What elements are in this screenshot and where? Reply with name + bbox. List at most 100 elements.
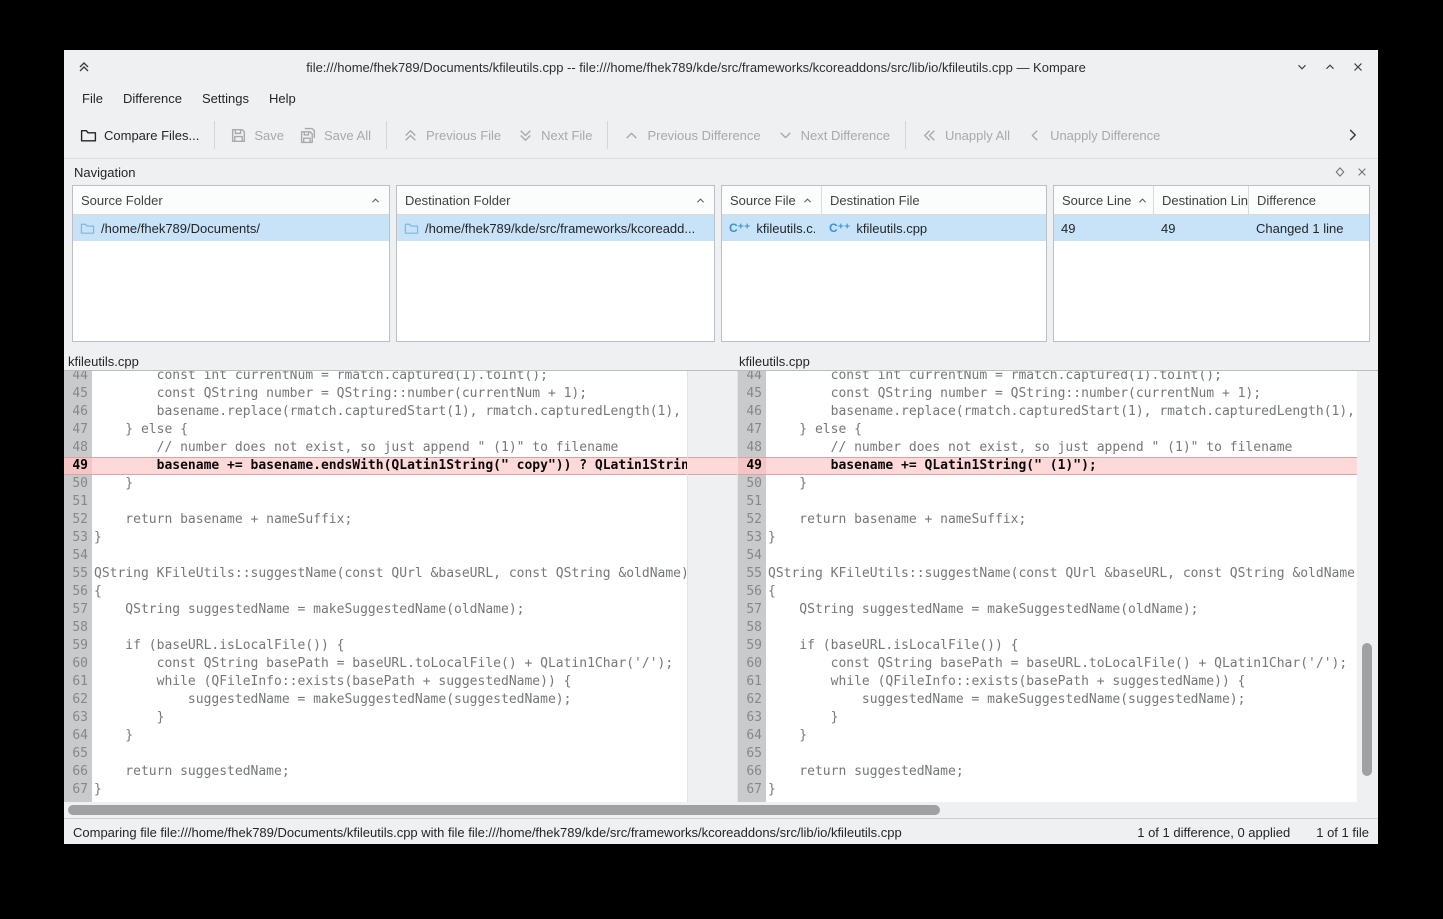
line-text	[766, 745, 1357, 763]
column-label: Destination File	[830, 193, 920, 208]
maximize-icon[interactable]	[1322, 59, 1338, 75]
desktop: file:///home/fhek789/Documents/kfileutil…	[0, 0, 1443, 919]
line-number: 50	[738, 475, 766, 493]
line-number: 67	[738, 781, 766, 799]
line-number: 44	[738, 371, 766, 385]
column-header-destination-file[interactable]: Destination File	[822, 186, 1046, 214]
destination-code-line-55: 55QString KFileUtils::suggestName(const …	[738, 565, 1357, 583]
line-text: return basename + nameSuffix;	[766, 511, 1357, 529]
line-number: 55	[64, 565, 92, 583]
toolbar-button-label: Save All	[324, 128, 371, 143]
menu-difference[interactable]: Difference	[113, 88, 192, 109]
close-icon[interactable]	[1350, 59, 1366, 75]
source-code-pane[interactable]: 44 const int currentNum = rmatch.capture…	[64, 371, 687, 802]
column-header-difference[interactable]: Difference	[1249, 186, 1369, 214]
shade-icon[interactable]	[76, 59, 98, 75]
close-icon[interactable]	[1356, 166, 1368, 178]
diff-connector-band	[688, 457, 737, 475]
line-number: 65	[64, 745, 92, 763]
list-cell: /home/fhek789/Documents/	[73, 221, 389, 236]
destination-code-line-52: 52 return basename + nameSuffix;	[738, 511, 1357, 529]
unapply-difference-button: Unapply Difference	[1018, 121, 1168, 150]
column-header-source-line[interactable]: Source Line	[1054, 186, 1154, 214]
line-text: const QString number = QString::number(c…	[92, 385, 687, 403]
destination-code-line-45: 45 const QString number = QString::numbe…	[738, 385, 1357, 403]
float-icon[interactable]	[1334, 166, 1346, 178]
save-all-button: Save All	[292, 121, 379, 150]
line-text	[92, 619, 687, 637]
destination-code-line-51: 51	[738, 493, 1357, 511]
line-number: 46	[64, 403, 92, 421]
double-chevron-down-icon	[517, 127, 534, 144]
line-text: }	[92, 727, 687, 745]
destination-code-line-49: 49 basename += QLatin1String(" (1)");	[738, 457, 1357, 475]
line-text: QString suggestedName = makeSuggestedNam…	[766, 601, 1357, 619]
destination-code-pane[interactable]: 44 const int currentNum = rmatch.capture…	[738, 371, 1357, 802]
column-header-destination-folder[interactable]: Destination Folder	[397, 186, 714, 214]
line-number: 44	[64, 371, 92, 385]
destination-code-line-64: 64 }	[738, 727, 1357, 745]
kompare-window: file:///home/fhek789/Documents/kfileutil…	[64, 50, 1378, 844]
minimize-icon[interactable]	[1294, 59, 1310, 75]
line-text: // number does not exist, so just append…	[766, 439, 1357, 457]
menu-settings[interactable]: Settings	[192, 88, 259, 109]
diff-panes: 44 const int currentNum = rmatch.capture…	[64, 371, 1378, 802]
destination-code-line-48: 48 // number does not exist, so just app…	[738, 439, 1357, 457]
destination-code-line-65: 65	[738, 745, 1357, 763]
source-code-line-63: 63 }	[64, 709, 687, 727]
line-number: 58	[738, 619, 766, 637]
line-number: 52	[738, 511, 766, 529]
cell-text: kfileutils.c...	[756, 221, 815, 236]
horizontal-scrollbar[interactable]	[64, 802, 1378, 818]
horizontal-scrollbar-thumb[interactable]	[68, 805, 940, 815]
source-code-line-54: 54	[64, 547, 687, 565]
cpp-file-icon: C⁺⁺	[829, 221, 850, 235]
destination-code-line-56: 56{	[738, 583, 1357, 601]
toolbar-overflow-icon[interactable]	[1336, 126, 1370, 144]
source-code-line-61: 61 while (QFileInfo::exists(basePath + s…	[64, 673, 687, 691]
line-text: // number does not exist, so just append…	[92, 439, 687, 457]
line-text: const QString basePath = baseURL.toLocal…	[766, 655, 1357, 673]
next-file-button: Next File	[509, 121, 600, 150]
line-text: if (baseURL.isLocalFile()) {	[766, 637, 1357, 655]
compare-files-button[interactable]: Compare Files...	[72, 121, 207, 150]
line-number: 52	[64, 511, 92, 529]
column-header-destination-line[interactable]: Destination Line	[1154, 186, 1249, 214]
column-header-source-folder[interactable]: Source Folder	[73, 186, 389, 214]
next-difference-button: Next Difference	[769, 121, 898, 150]
menu-help[interactable]: Help	[259, 88, 306, 109]
source-code-line-51: 51	[64, 493, 687, 511]
toolbar-button-label: Save	[254, 128, 284, 143]
toolbar-separator	[386, 121, 387, 149]
column-label: Destination Folder	[405, 193, 511, 208]
line-number: 57	[64, 601, 92, 619]
window-title: file:///home/fhek789/Documents/kfileutil…	[98, 60, 1294, 75]
line-text: } else {	[766, 421, 1357, 439]
source-code-line-60: 60 const QString basePath = baseURL.toLo…	[64, 655, 687, 673]
vertical-scrollbar-thumb[interactable]	[1362, 643, 1372, 776]
vertical-scrollbar[interactable]	[1357, 371, 1378, 802]
destination-folder-list: Destination Folder/home/fhek789/kde/src/…	[396, 185, 715, 342]
line-text: suggestedName = makeSuggestedName(sugges…	[92, 691, 687, 709]
line-number: 62	[738, 691, 766, 709]
line-number: 50	[64, 475, 92, 493]
line-text: basename += basename.endsWith(QLatin1Str…	[92, 457, 687, 475]
line-text: while (QFileInfo::exists(basePath + sugg…	[92, 673, 687, 691]
line-number: 51	[738, 493, 766, 511]
source-code-line-49: 49 basename += basename.endsWith(QLatin1…	[64, 457, 687, 475]
diff-connector	[687, 371, 738, 802]
column-header-source-file[interactable]: Source File	[722, 186, 822, 214]
folder-icon	[80, 221, 95, 236]
line-number: 55	[738, 565, 766, 583]
lines-row[interactable]: 4949Changed 1 line	[1054, 215, 1369, 241]
line-number: 62	[64, 691, 92, 709]
files-row[interactable]: C⁺⁺kfileutils.c...C⁺⁺kfileutils.cpp	[722, 215, 1046, 241]
titlebar[interactable]: file:///home/fhek789/Documents/kfileutil…	[64, 50, 1378, 84]
diff-view: kfileutils.cpp kfileutils.cpp 44 const i…	[64, 352, 1378, 802]
source-folder-row[interactable]: /home/fhek789/Documents/	[73, 215, 389, 241]
destination-folder-row[interactable]: /home/fhek789/kde/src/frameworks/kcoread…	[397, 215, 714, 241]
line-number: 48	[738, 439, 766, 457]
navigation-lists: Source Folder/home/fhek789/Documents/Des…	[64, 185, 1378, 348]
menu-file[interactable]: File	[72, 88, 113, 109]
line-text: suggestedName = makeSuggestedName(sugges…	[766, 691, 1357, 709]
